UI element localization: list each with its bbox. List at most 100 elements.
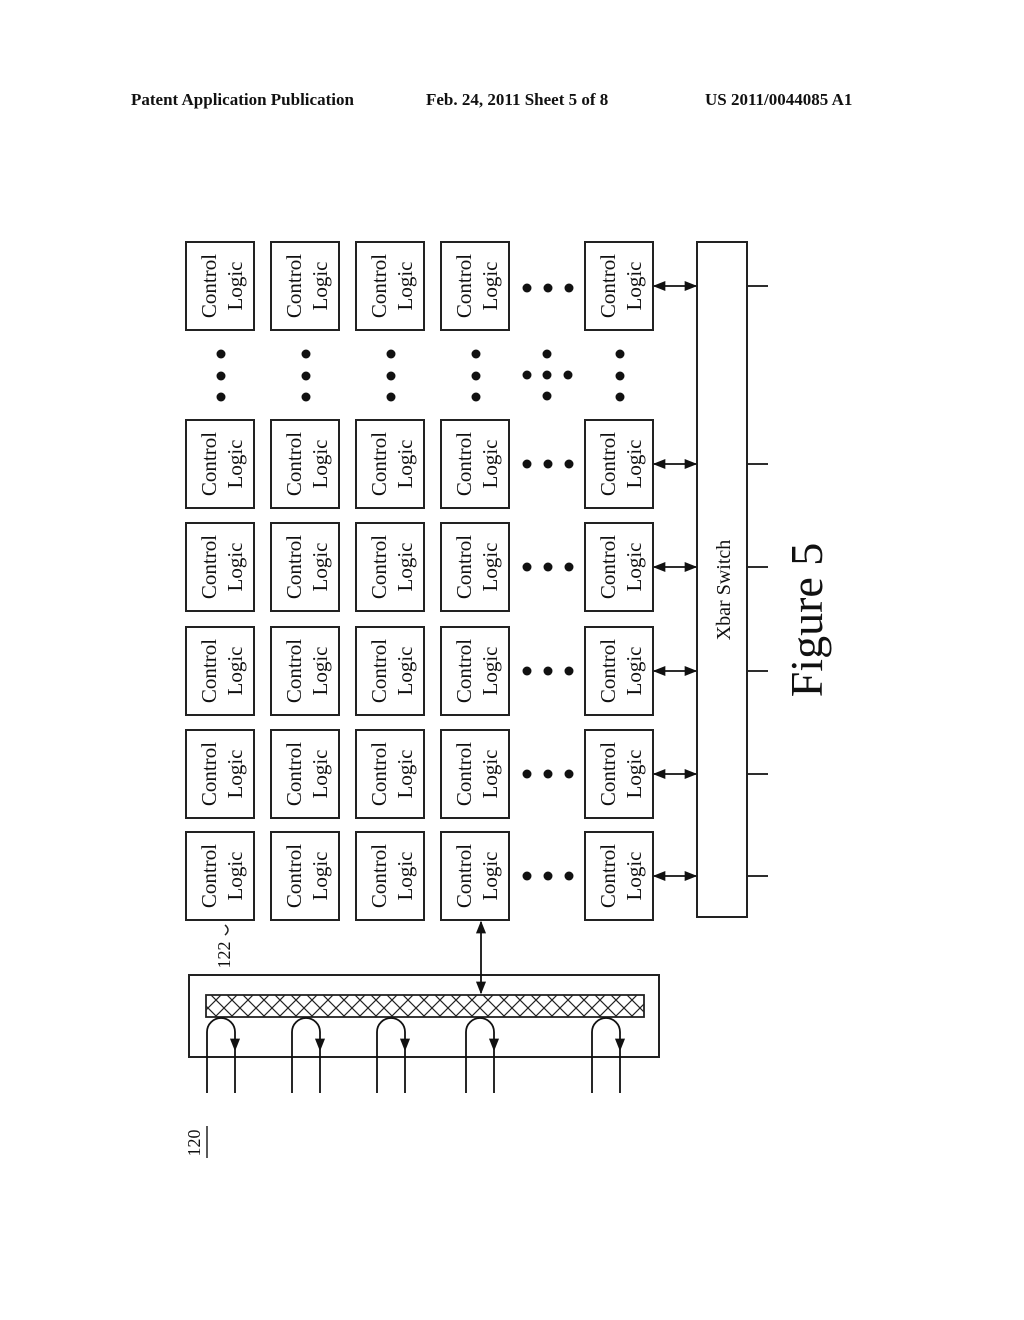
control-logic-label-line2: Logic — [478, 440, 502, 489]
ellipsis-dot — [386, 392, 396, 402]
ellipsis-dot — [471, 392, 481, 402]
ellipsis-dot — [543, 769, 553, 779]
control-logic-label-line1: Control — [197, 535, 221, 599]
control-logic-label-line1: Control — [452, 432, 476, 496]
control-logic-label-line2: Logic — [223, 647, 247, 696]
xbar-switch: Xbar Switch — [696, 241, 748, 918]
control-logic-label-line2: Logic — [308, 750, 332, 799]
control-logic-block: Control Logic — [440, 626, 510, 716]
control-logic-label-line2: Logic — [478, 750, 502, 799]
control-logic-label-line1: Control — [197, 844, 221, 908]
control-logic-block: Control Logic — [584, 831, 654, 921]
control-logic-label-line1: Control — [282, 639, 306, 703]
leader-line-122 — [224, 924, 229, 936]
control-logic-label-line2: Logic — [223, 852, 247, 901]
control-logic-label-line2: Logic — [308, 543, 332, 592]
control-logic-block: Control Logic — [185, 626, 255, 716]
control-logic-block: Control Logic — [440, 419, 510, 509]
ellipsis-dot — [564, 283, 574, 293]
control-logic-label-line2: Logic — [308, 852, 332, 901]
control-logic-block: Control Logic — [355, 241, 425, 331]
control-logic-label-line1: Control — [596, 535, 620, 599]
control-logic-block: Control Logic — [270, 522, 340, 612]
ellipsis-dot — [522, 871, 532, 881]
control-logic-label-line2: Logic — [478, 262, 502, 311]
ellipsis-dot — [564, 769, 574, 779]
control-logic-label-line1: Control — [452, 535, 476, 599]
control-logic-label-line2: Logic — [478, 647, 502, 696]
control-logic-label-line2: Logic — [393, 647, 417, 696]
control-logic-label-line2: Logic — [223, 750, 247, 799]
reference-numeral-122: 122 — [214, 942, 234, 969]
control-logic-label-line1: Control — [596, 254, 620, 318]
control-logic-label-line1: Control — [452, 742, 476, 806]
ellipsis-dot — [615, 349, 625, 359]
control-logic-block: Control Logic — [584, 241, 654, 331]
figure-caption: Figure 5 — [781, 543, 832, 698]
control-logic-label-line1: Control — [596, 432, 620, 496]
control-logic-block: Control Logic — [270, 241, 340, 331]
control-logic-label-line1: Control — [452, 639, 476, 703]
control-logic-label-line1: Control — [282, 254, 306, 318]
control-logic-block: Control Logic — [185, 831, 255, 921]
control-logic-label-line2: Logic — [308, 440, 332, 489]
control-logic-label-line1: Control — [197, 254, 221, 318]
control-logic-label-line2: Logic — [223, 440, 247, 489]
ellipsis-dot — [522, 370, 532, 380]
control-logic-label-line2: Logic — [622, 440, 646, 489]
ellipsis-dot — [563, 370, 573, 380]
control-logic-block: Control Logic — [185, 419, 255, 509]
control-logic-block: Control Logic — [355, 419, 425, 509]
figure-diagram: Control Logic Control Logic Control Logic Cont… — [184, 241, 832, 1158]
control-logic-label-line1: Control — [367, 742, 391, 806]
control-logic-block: Control Logic — [355, 729, 425, 819]
ellipsis-dot — [301, 349, 311, 359]
port-block — [188, 974, 660, 1058]
control-logic-label-line2: Logic — [622, 750, 646, 799]
control-logic-block: Control Logic — [584, 626, 654, 716]
control-logic-label-line1: Control — [367, 639, 391, 703]
control-logic-label-line2: Logic — [223, 262, 247, 311]
ellipsis-dot — [564, 562, 574, 572]
ellipsis-dot — [564, 666, 574, 676]
control-logic-label-line2: Logic — [223, 543, 247, 592]
ellipsis-dot — [522, 666, 532, 676]
ellipsis-dot — [522, 283, 532, 293]
control-logic-block: Control Logic — [440, 831, 510, 921]
ellipsis-dot — [564, 459, 574, 469]
control-logic-label-line1: Control — [367, 844, 391, 908]
control-logic-label-line1: Control — [596, 639, 620, 703]
control-logic-label-line2: Logic — [478, 852, 502, 901]
ellipsis-dot — [471, 371, 481, 381]
control-logic-label-line2: Logic — [393, 543, 417, 592]
ellipsis-dot — [386, 371, 396, 381]
control-logic-block: Control Logic — [355, 522, 425, 612]
ellipsis-dot — [543, 871, 553, 881]
control-logic-block: Control Logic — [584, 729, 654, 819]
control-logic-label-line2: Logic — [308, 647, 332, 696]
control-logic-label-line2: Logic — [622, 647, 646, 696]
control-logic-label-line2: Logic — [308, 262, 332, 311]
ellipsis-dot — [564, 871, 574, 881]
control-logic-label-line2: Logic — [622, 852, 646, 901]
control-logic-label-line2: Logic — [393, 750, 417, 799]
ellipsis-dot — [543, 666, 553, 676]
control-logic-label-line1: Control — [452, 844, 476, 908]
ellipsis-dot — [216, 371, 226, 381]
ellipsis-dot — [543, 562, 553, 572]
control-logic-label-line2: Logic — [393, 440, 417, 489]
control-logic-label-line1: Control — [282, 844, 306, 908]
control-logic-label-line2: Logic — [393, 852, 417, 901]
control-logic-block: Control Logic — [270, 729, 340, 819]
control-logic-block: Control Logic — [185, 729, 255, 819]
control-logic-label-line1: Control — [367, 432, 391, 496]
ellipsis-dot — [543, 283, 553, 293]
reference-numeral-120: 120 — [184, 1130, 204, 1157]
control-logic-label-line1: Control — [596, 844, 620, 908]
ellipsis-dot — [542, 391, 552, 401]
control-logic-block: Control Logic — [584, 419, 654, 509]
ellipsis-dot — [471, 349, 481, 359]
ellipsis-dot — [543, 459, 553, 469]
control-logic-label-line1: Control — [282, 535, 306, 599]
control-logic-label-line2: Logic — [393, 262, 417, 311]
